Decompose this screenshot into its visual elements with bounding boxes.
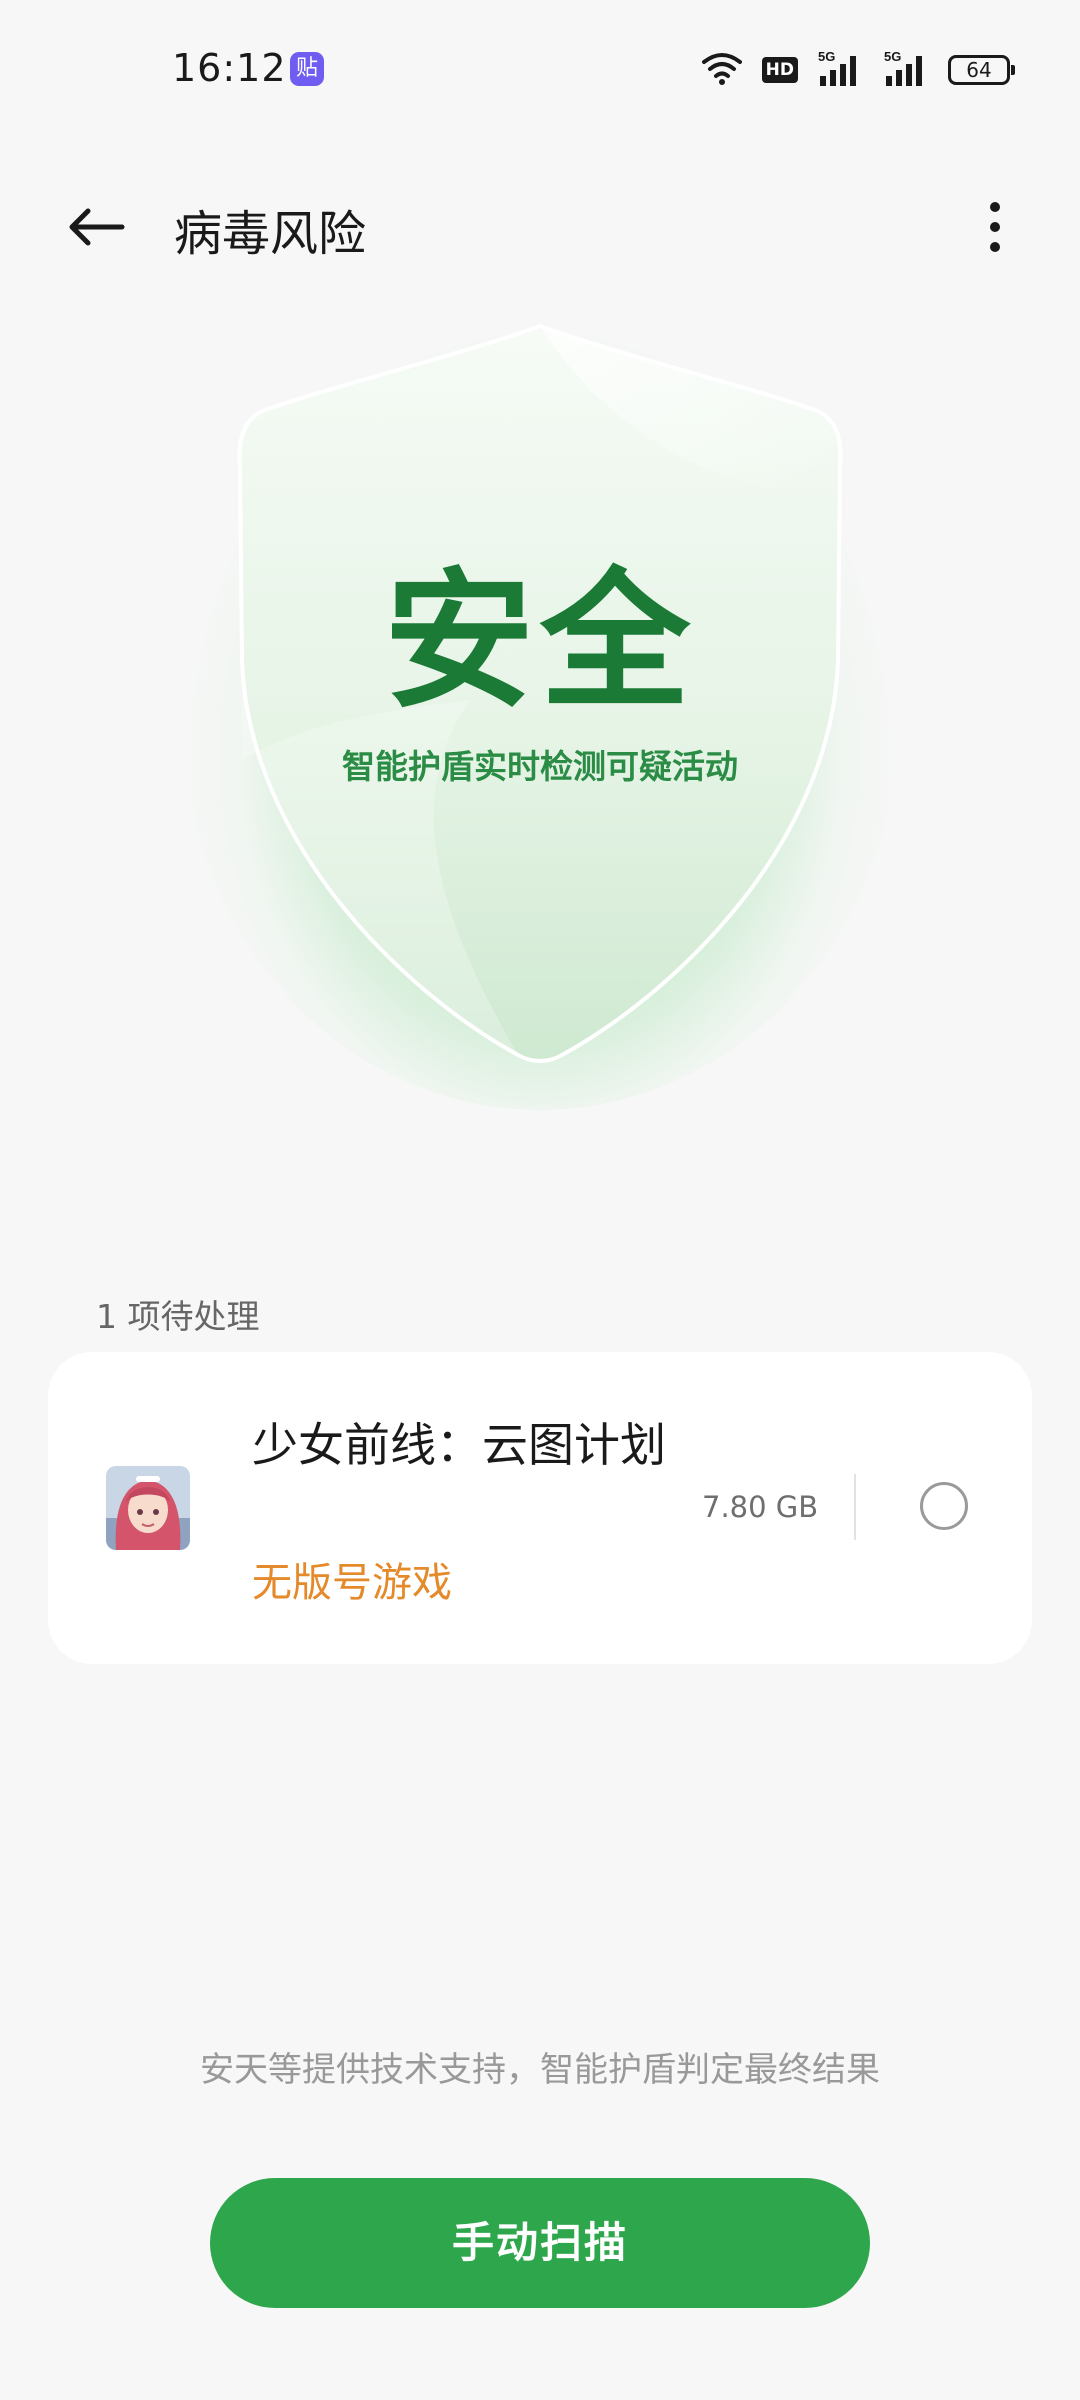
battery-icon: 64 (948, 55, 1015, 85)
status-time: 16:12 (172, 46, 287, 90)
network-type-label: 5G (884, 49, 901, 64)
back-button[interactable] (56, 192, 136, 262)
signal-icon: 5G (882, 48, 930, 92)
app-icon (106, 1466, 190, 1550)
page-title: 病毒风险 (174, 206, 367, 262)
pending-count-label: 1 项待处理 (96, 1297, 260, 1336)
hd-voice-icon: HD (761, 57, 798, 83)
more-options-button[interactable] (960, 192, 1030, 262)
wifi-icon (700, 50, 744, 90)
app-size: 7.80 GB (702, 1490, 819, 1524)
select-checkbox[interactable] (920, 1482, 968, 1530)
risk-tag: 无版号游戏 (252, 1560, 452, 1606)
status-bar: 16:12 贴 HD 5G 5G 64 (0, 0, 1080, 140)
back-arrow-icon (69, 208, 125, 246)
security-status-subtitle: 智能护盾实时检测可疑活动 (342, 747, 738, 786)
status-icons: HD 5G 5G 64 (700, 48, 1015, 92)
security-status-text: 安全 (383, 555, 696, 729)
signal-icon: 5G (816, 48, 864, 92)
manual-scan-button[interactable]: 手动扫描 (210, 2178, 870, 2308)
notification-app-icon: 贴 (290, 52, 324, 86)
security-status-hero: 安全 智能护盾实时检测可疑活动 (140, 280, 940, 1180)
pending-item-card[interactable]: 少女前线：云图计划 无版号游戏 7.80 GB (48, 1352, 1032, 1664)
network-type-label: 5G (818, 49, 835, 64)
more-vertical-icon (990, 202, 1000, 252)
tech-support-note: 安天等提供技术支持，智能护盾判定最终结果 (200, 2050, 880, 2090)
app-header: 病毒风险 (0, 170, 1080, 280)
divider (854, 1474, 856, 1540)
app-name: 少女前线：云图计划 (252, 1418, 666, 1472)
